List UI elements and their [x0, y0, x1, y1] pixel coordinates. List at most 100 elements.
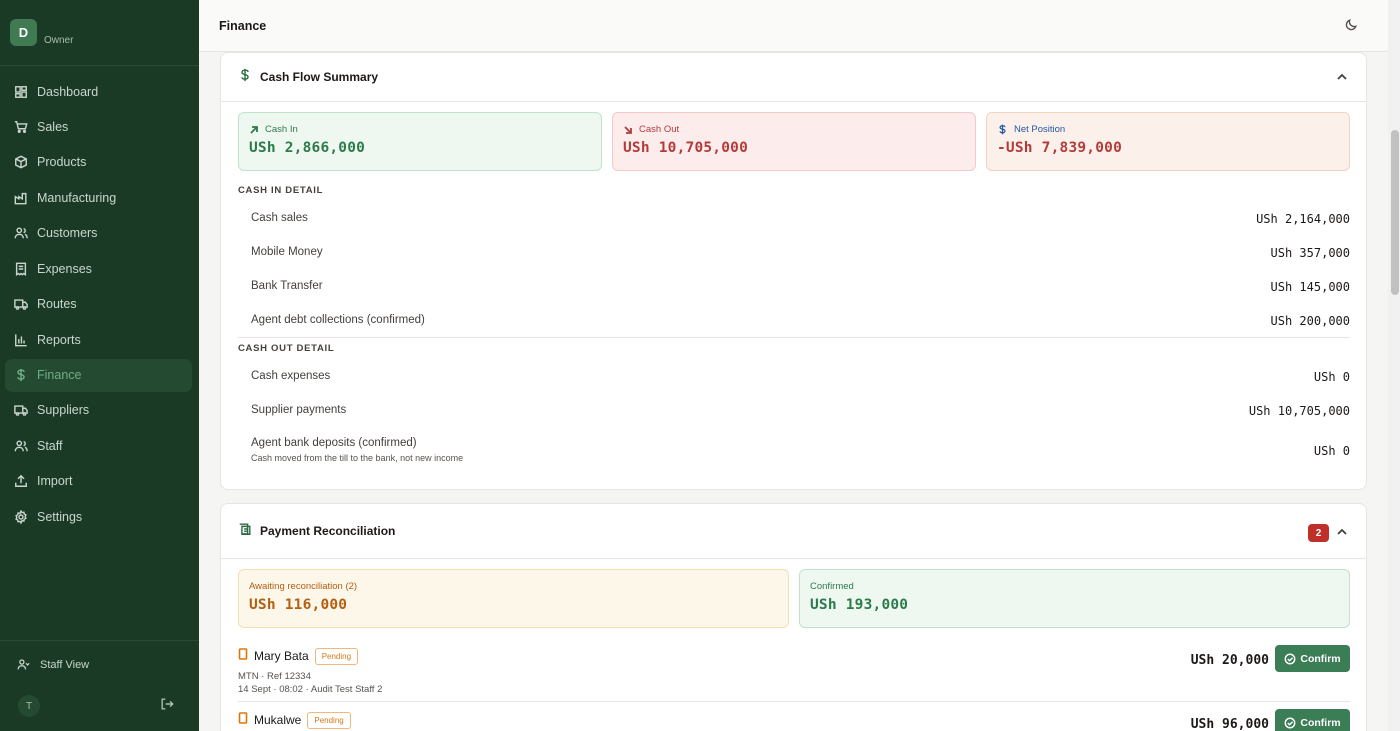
cash-in-stat: Cash In USh 2,866,000: [238, 112, 602, 171]
arrow-up-right-icon: [250, 125, 258, 134]
chevron-up-icon[interactable]: [1336, 70, 1350, 84]
sidebar-item-sales[interactable]: Sales: [5, 110, 192, 143]
detail-row: Bank Transfer USh 145,000: [251, 280, 1350, 294]
card-title: Cash Flow Summary: [260, 70, 379, 84]
sidebar-item-label: Expenses: [37, 261, 92, 276]
payment-reconciliation-header[interactable]: Payment Reconciliation 2: [221, 504, 1366, 559]
chevron-up-icon[interactable]: [1336, 525, 1350, 539]
ledger-icon: [238, 522, 252, 541]
row-sublabel: Cash moved from the till to the bank, no…: [251, 453, 464, 463]
sidebar-item-label: Sales: [37, 119, 69, 134]
staff-view-link[interactable]: Staff View: [17, 658, 89, 671]
user-avatar[interactable]: T: [18, 695, 40, 717]
sidebar-item-staff[interactable]: Staff: [5, 429, 192, 462]
bar-chart-icon: [14, 333, 28, 347]
cash-flow-summary-header[interactable]: Cash Flow Summary: [221, 53, 1366, 102]
sidebar-item-suppliers[interactable]: Suppliers: [5, 394, 192, 427]
dashboard-icon: [14, 85, 28, 99]
divider: [238, 337, 1350, 338]
stat-value: USh 2,866,000: [249, 140, 366, 156]
sidebar-item-manufacturing[interactable]: Manufacturing: [5, 181, 192, 214]
main-content: Cash Flow Summary Cash In USh 2,866,000 …: [199, 52, 1388, 731]
phone-icon: [238, 647, 248, 665]
sidebar-item-dashboard[interactable]: Dashboard: [5, 75, 192, 108]
detail-row: Supplier payments USh 10,705,000: [251, 404, 1350, 418]
dollar-icon: [14, 368, 28, 382]
row-label: Supplier payments: [251, 404, 347, 416]
row-amount: USh 0: [1313, 370, 1350, 384]
upload-icon: [14, 474, 28, 488]
receipt-icon: [14, 262, 28, 276]
arrow-down-right-icon: [624, 125, 632, 134]
logout-icon[interactable]: [160, 697, 174, 711]
sidebar-item-customers[interactable]: Customers: [5, 217, 192, 250]
payment-amount: USh 96,000: [1190, 717, 1269, 731]
sidebar-item-products[interactable]: Products: [5, 146, 192, 179]
row-amount: USh 200,000: [1270, 314, 1350, 328]
card-title: Payment Reconciliation: [260, 524, 396, 538]
confirmed-stat: Confirmed USh 193,000: [799, 569, 1350, 628]
dollar-icon: [238, 68, 252, 87]
status-badge: Pending: [314, 647, 359, 665]
sidebar-item-label: Reports: [37, 332, 81, 347]
confirm-label: Confirm: [1300, 716, 1341, 729]
stat-label: Awaiting reconciliation (2): [249, 581, 358, 592]
stat-label: Cash Out: [639, 124, 680, 135]
confirm-button[interactable]: Confirm: [1275, 709, 1350, 731]
stat-label: Net Position: [1014, 124, 1066, 135]
row-label: Cash expenses: [251, 370, 331, 382]
truck-icon: [14, 403, 28, 417]
status-badge: Pending: [307, 711, 351, 729]
sidebar-item-label: Staff: [37, 438, 63, 453]
row-amount: USh 10,705,000: [1248, 404, 1350, 418]
detail-row: Cash expenses USh 0: [251, 370, 1350, 384]
sidebar-item-routes[interactable]: Routes: [5, 288, 192, 321]
row-label: Bank Transfer: [251, 280, 323, 292]
top-bar: Finance: [199, 0, 1388, 52]
cash-out-detail-heading: CASH OUT DETAIL: [238, 343, 335, 354]
payer-name: Mukalwe: [254, 713, 302, 727]
stat-value: USh 10,705,000: [623, 140, 749, 156]
sidebar-item-label: Settings: [37, 509, 83, 524]
scrollbar-thumb[interactable]: [1391, 130, 1399, 295]
dollar-icon: [999, 124, 1006, 135]
user-switch-icon: [17, 659, 30, 670]
stat-value: USh 116,000: [249, 597, 348, 613]
sidebar-item-settings[interactable]: Settings: [5, 500, 192, 533]
factory-icon: [14, 191, 28, 205]
sidebar-item-expenses[interactable]: Expenses: [5, 252, 192, 285]
box-icon: [14, 155, 28, 169]
row-amount: USh 2,164,000: [1256, 212, 1350, 226]
net-position-stat: Net Position -USh 7,839,000: [986, 112, 1350, 171]
phone-icon: [238, 711, 248, 729]
cash-out-stat: Cash Out USh 10,705,000: [612, 112, 976, 171]
stat-label: Confirmed: [810, 581, 854, 592]
payer-name: Mary Bata: [254, 649, 309, 663]
pending-count-badge: 2: [1308, 524, 1329, 542]
confirm-button[interactable]: Confirm: [1275, 645, 1350, 672]
divider: [238, 701, 1350, 702]
sidebar: D Owner Dashboard Sales Products Manufac…: [0, 0, 199, 731]
sidebar-item-import[interactable]: Import: [5, 465, 192, 498]
row-amount: USh 145,000: [1270, 280, 1350, 294]
detail-row: Mobile Money USh 357,000: [251, 246, 1350, 260]
sidebar-footer: Staff View T: [0, 640, 199, 731]
cash-in-detail-heading: CASH IN DETAIL: [238, 185, 324, 196]
sidebar-item-label: Finance: [37, 368, 82, 382]
payment-amount: USh 20,000: [1190, 653, 1269, 668]
moon-icon[interactable]: [1344, 18, 1360, 34]
business-avatar[interactable]: D: [10, 19, 37, 46]
users-icon: [14, 226, 28, 240]
stat-value: -USh 7,839,000: [997, 140, 1123, 156]
sidebar-item-label: Products: [37, 155, 87, 170]
users-icon: [14, 439, 28, 453]
page-title: Finance: [219, 19, 267, 33]
scrollbar-track[interactable]: [1388, 0, 1400, 731]
row-label: Cash sales: [251, 212, 308, 224]
row-label: Agent bank deposits (confirmed): [251, 437, 417, 449]
cash-flow-summary-card: Cash Flow Summary Cash In USh 2,866,000 …: [220, 52, 1367, 490]
sidebar-item-reports[interactable]: Reports: [5, 323, 192, 356]
sidebar-item-finance[interactable]: Finance: [5, 358, 192, 392]
detail-row: Cash sales USh 2,164,000: [251, 212, 1350, 226]
sidebar-nav: Dashboard Sales Products Manufacturing C…: [0, 66, 199, 533]
